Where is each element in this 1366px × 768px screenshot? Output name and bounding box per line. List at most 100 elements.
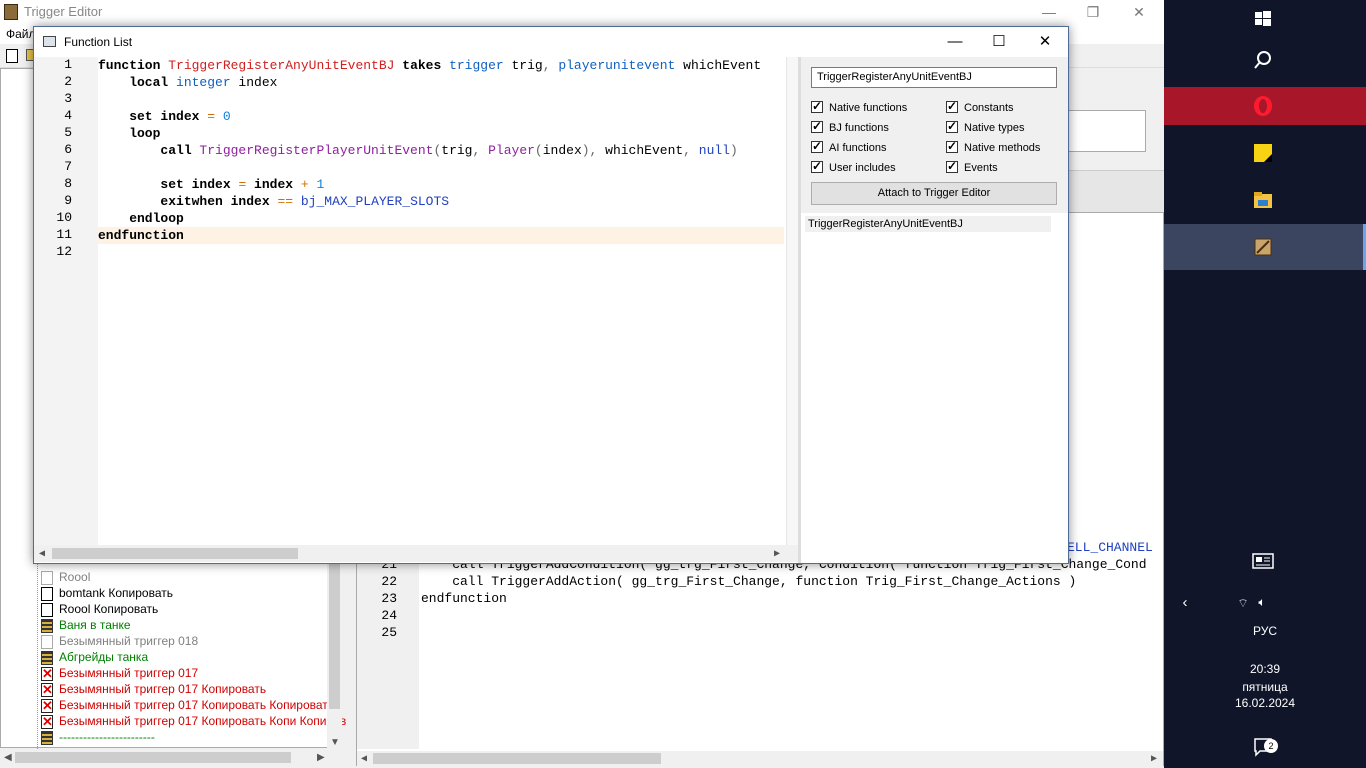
checkbox-checked-icon[interactable] <box>811 139 823 153</box>
function-list-maximize-button[interactable]: ☐ <box>976 27 1022 57</box>
line-number: 12 <box>56 244 72 259</box>
trigger-editor-minimize-button[interactable]: — <box>1026 2 1072 22</box>
checkbox-constants[interactable]: Constants <box>946 99 1014 117</box>
checkbox-checked-icon[interactable] <box>811 99 823 113</box>
checkbox-checked-icon[interactable] <box>811 159 823 173</box>
checkbox-checked-icon[interactable] <box>946 139 958 153</box>
function-source-editor[interactable]: 1 2 3 4 5 6 7 8 9 10 11 12 function TriggerRegister… <box>34 57 798 563</box>
clock-time[interactable]: 20:39 <box>1164 662 1366 676</box>
line-number: 22 <box>381 574 397 589</box>
function-list-close-button[interactable]: ✕ <box>1022 27 1068 57</box>
tree-horizontal-scrollbar[interactable]: ◀ ▶ <box>1 749 343 766</box>
tree-item[interactable]: ------------------------ <box>41 729 155 745</box>
scroll-right-arrow-icon[interactable]: ▶ <box>1151 753 1157 765</box>
disabled-trigger-icon <box>41 698 53 714</box>
trigger-comment-box[interactable] <box>1068 110 1146 152</box>
taskbar-world-editor[interactable] <box>1164 224 1366 270</box>
trigger-editor-close-button[interactable]: ✕ <box>1116 2 1162 22</box>
tree-horizontal-thumb[interactable] <box>15 752 291 763</box>
tree-item-label: Roool <box>59 570 91 584</box>
trigger-icon <box>41 730 53 745</box>
tree-item[interactable]: Roool <box>41 569 90 585</box>
taskbar-file-explorer[interactable] <box>1164 181 1366 219</box>
line-number: 6 <box>64 142 72 157</box>
tree-item-label: Безымянный триггер 017 Копировать Копи К… <box>59 714 347 728</box>
taskbar-news[interactable] <box>1164 542 1366 580</box>
code-line-10: endloop <box>98 211 184 226</box>
windows-start-icon <box>1255 11 1271 26</box>
trigger-icon <box>41 618 53 633</box>
function-source-vscrollbar[interactable] <box>786 57 798 545</box>
function-list-window: Function List — ☐ ✕ 1 2 3 4 5 6 7 8 9 10 11 12 func… <box>33 26 1069 564</box>
input-language[interactable]: РУС <box>1164 624 1366 638</box>
attach-to-trigger-editor-button[interactable]: Attach to Trigger Editor <box>811 182 1057 205</box>
function-source-hthumb[interactable] <box>52 548 298 559</box>
checkbox-bj-functions[interactable]: BJ functions <box>811 119 889 137</box>
taskbar-sticky-notes[interactable] <box>1164 134 1366 172</box>
function-results-list[interactable]: TriggerRegisterAnyUnitEventBJ <box>801 213 1068 563</box>
sticky-notes-icon <box>1254 144 1272 162</box>
list-item[interactable]: TriggerRegisterAnyUnitEventBJ <box>805 216 1051 232</box>
tree-item-label: bomtank Копировать <box>59 586 173 600</box>
tree-item[interactable]: Roool Копировать <box>41 601 158 617</box>
tree-item[interactable]: Безымянный триггер 017 <box>41 665 198 682</box>
tree-vertical-thumb[interactable] <box>329 559 340 709</box>
taskbar-start[interactable] <box>1164 0 1366 38</box>
checkbox-ai-functions[interactable]: AI functions <box>811 139 886 157</box>
tree-item-label: ------------------------ <box>59 730 155 744</box>
disabled-trigger-icon <box>41 666 53 682</box>
line-number: 1 <box>64 57 72 72</box>
tree-item[interactable]: Безымянный триггер 017 Копировать Копиро… <box>41 697 334 714</box>
trigger-code-hscrollbar[interactable]: ◀ ▶ <box>357 751 1163 766</box>
checkbox-checked-icon[interactable] <box>946 99 958 113</box>
scroll-right-arrow-icon[interactable]: ▶ <box>317 752 325 763</box>
trigger-editor-restore-button[interactable]: ❐ <box>1070 2 1116 22</box>
function-source-hscrollbar[interactable]: ◀ ▶ <box>34 545 798 562</box>
tree-item-label: Абгрейды танка <box>59 650 149 664</box>
checkbox-checked-icon[interactable] <box>946 119 958 133</box>
checkbox-user-includes[interactable]: User includes <box>811 159 896 177</box>
taskbar-search[interactable] <box>1164 41 1366 79</box>
line-number: 23 <box>381 591 397 606</box>
new-document-icon[interactable] <box>6 49 18 63</box>
doc-gray-icon <box>41 570 53 585</box>
line-number: 24 <box>381 608 397 623</box>
tree-item[interactable]: Абгрейды танка <box>41 649 148 665</box>
tree-item[interactable]: Ваня в танке <box>41 617 131 633</box>
line-number: 25 <box>381 625 397 640</box>
trigger-icon <box>41 650 53 665</box>
function-search-input[interactable]: TriggerRegisterAnyUnitEventBJ <box>811 67 1057 88</box>
trigger-code-hthumb[interactable] <box>373 753 661 764</box>
tree-item[interactable]: Безымянный триггер 017 Копировать <box>41 681 266 698</box>
checkbox-native-types[interactable]: Native types <box>946 119 1025 137</box>
news-icon <box>1252 553 1274 569</box>
scroll-right-arrow-icon[interactable]: ▶ <box>774 548 780 560</box>
code-line: endfunction <box>421 591 507 606</box>
checkbox-checked-icon[interactable] <box>811 119 823 133</box>
function-list-titlebar[interactable]: Function List — ☐ ✕ <box>34 27 1068 57</box>
function-list-title: Function List <box>64 35 133 49</box>
line-number: 3 <box>64 91 72 106</box>
notification-center-button[interactable]: 2 <box>1164 728 1366 766</box>
checkbox-native-functions[interactable]: Native functions <box>811 99 907 117</box>
world-editor-icon <box>1254 238 1272 256</box>
tree-item[interactable]: bomtank Копировать <box>41 585 173 601</box>
function-list-minimize-button[interactable]: — <box>932 27 978 57</box>
trigger-editor-panel-bar <box>1068 170 1164 214</box>
menu-file[interactable]: Файл <box>6 27 36 41</box>
checkbox-checked-icon[interactable] <box>946 159 958 173</box>
checkbox-native-methods[interactable]: Native methods <box>946 139 1040 157</box>
code-line-9: exitwhen index == bj_MAX_PLAYER_SLOTS <box>98 194 450 209</box>
scroll-left-arrow-icon[interactable]: ◀ <box>361 753 367 765</box>
line-number: 10 <box>56 210 72 225</box>
scroll-down-arrow-icon[interactable]: ▼ <box>330 737 340 748</box>
scroll-left-arrow-icon[interactable]: ◀ <box>4 752 12 763</box>
tree-item[interactable]: Безымянный триггер 017 Копировать Копи К… <box>41 713 347 730</box>
taskbar-opera[interactable] <box>1164 87 1366 125</box>
volume-icon[interactable]: 🔈︎ <box>1161 595 1363 610</box>
scroll-left-arrow-icon[interactable]: ◀ <box>39 548 45 560</box>
checkbox-events[interactable]: Events <box>946 159 998 177</box>
function-filter-panel: TriggerRegisterAnyUnitEventBJ Native fun… <box>801 57 1068 563</box>
file-explorer-icon <box>1254 192 1272 208</box>
tree-item[interactable]: Безымянный триггер 018 <box>41 633 198 649</box>
